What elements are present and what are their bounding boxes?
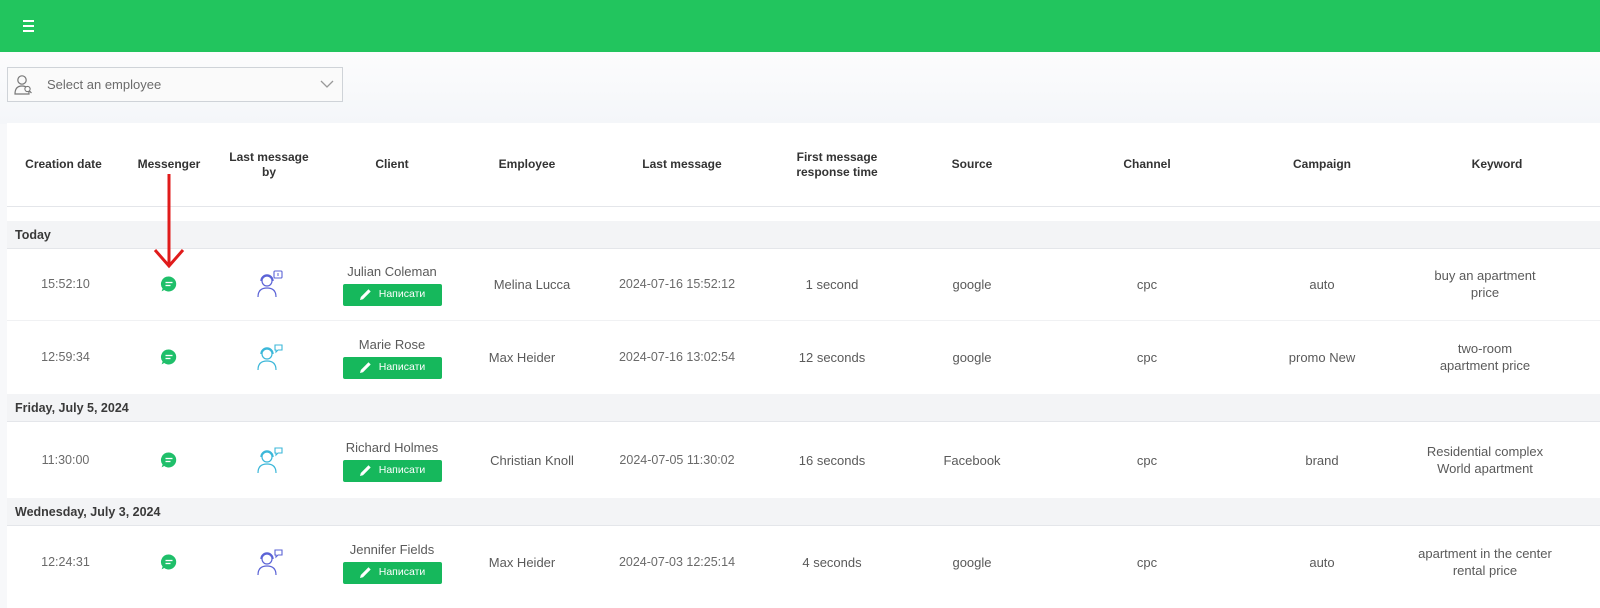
write-message-label: Написати <box>378 566 426 578</box>
last-message-by-cell <box>229 320 309 394</box>
employee-name: Christian Knoll <box>490 452 574 468</box>
last-message-by-cell <box>229 422 309 498</box>
group-label: Friday, July 5, 2024 <box>15 400 129 415</box>
client-cell: Jennifer Fields Написати <box>337 526 447 598</box>
creation-time: 12:59:34 <box>41 349 90 364</box>
employee-name: Max Heider <box>488 349 556 365</box>
pencil-icon <box>359 289 371 300</box>
group-label: Today <box>15 227 51 242</box>
group-header-today: Today <box>7 221 1600 249</box>
creation-time: 11:30:00 <box>41 452 90 467</box>
support-agent-icon <box>257 344 283 371</box>
column-header-response-time[interactable]: First message response time <box>777 123 897 206</box>
keyword: buy an apartment price <box>1434 268 1536 300</box>
campaign: brand <box>1305 452 1339 468</box>
table-row[interactable]: 15:52:10 Julian Coleman Написати Melina … <box>7 248 1600 321</box>
column-header-employee[interactable]: Employee <box>457 123 597 206</box>
client-cell: Julian Coleman Написати <box>337 248 447 320</box>
client-name: Richard Holmes <box>345 439 439 455</box>
channel: cpc <box>1136 452 1158 468</box>
campaign: promo New <box>1288 349 1356 365</box>
keyword: apartment in the center rental price <box>1418 546 1552 578</box>
campaign: auto <box>1309 554 1335 570</box>
user-search-icon <box>14 74 32 95</box>
creation-time: 12:24:31 <box>41 554 90 569</box>
response-time: 16 seconds <box>798 452 866 468</box>
column-header-campaign[interactable]: Campaign <box>1247 123 1397 206</box>
annotation-arrow-icon <box>153 174 185 269</box>
messenger-cell <box>120 320 218 394</box>
keyword: two-room apartment price <box>1439 341 1531 373</box>
write-message-label: Написати <box>378 464 426 476</box>
source: google <box>952 554 992 570</box>
group-label: Wednesday, July 3, 2024 <box>15 504 161 519</box>
column-header-creation-date[interactable]: Creation date <box>7 123 120 206</box>
conversations-table: Creation date Messenger Last message by … <box>7 123 1600 608</box>
last-message-date: 2024-07-16 13:02:54 <box>618 349 736 364</box>
messenger-cell <box>120 422 218 498</box>
hamburger-icon[interactable] <box>19 17 39 35</box>
top-bar <box>0 0 1600 52</box>
source: google <box>952 349 992 365</box>
table-row[interactable]: 12:24:31 Jennifer Fields Написати Max He… <box>7 526 1600 598</box>
spacer-row <box>7 207 1600 222</box>
write-message-button[interactable]: Написати <box>342 356 442 379</box>
column-header-client[interactable]: Client <box>337 123 447 206</box>
pencil-icon <box>359 362 371 373</box>
employee-select[interactable]: Select an employee <box>7 67 343 102</box>
source: Facebook <box>943 452 1001 468</box>
employee-select-placeholder: Select an employee <box>47 77 162 92</box>
write-message-button[interactable]: Написати <box>342 459 442 482</box>
response-time: 4 seconds <box>802 554 862 570</box>
table-row[interactable]: 11:30:00 Richard Holmes Написати Christi… <box>7 422 1600 499</box>
table-row[interactable]: 12:59:34 Marie Rose Написати Max Heider … <box>7 320 1600 394</box>
last-message-by-cell <box>229 526 309 598</box>
channel: cpc <box>1136 554 1158 570</box>
client-name: Jennifer Fields <box>349 541 435 557</box>
column-header-keyword[interactable]: Keyword <box>1397 123 1597 206</box>
last-message-date: 2024-07-16 15:52:12 <box>618 276 736 291</box>
pencil-icon <box>359 465 371 476</box>
write-message-button[interactable]: Написати <box>342 561 442 584</box>
support-agent-icon <box>257 270 283 298</box>
client-cell: Marie Rose Написати <box>337 320 447 394</box>
chevron-down-icon <box>320 80 334 88</box>
messenger-cell <box>120 526 218 598</box>
last-message-date: 2024-07-05 11:30:02 <box>619 452 735 467</box>
channel: cpc <box>1136 276 1158 292</box>
client-name: Marie Rose <box>358 336 426 352</box>
column-header-last-message-by[interactable]: Last message by <box>229 123 309 206</box>
column-header-last-message[interactable]: Last message <box>597 123 767 206</box>
write-message-label: Написати <box>378 361 426 373</box>
messenger-chat-icon[interactable] <box>160 275 178 293</box>
pencil-icon <box>359 567 371 578</box>
response-time: 12 seconds <box>798 349 866 365</box>
messenger-chat-icon[interactable] <box>160 451 178 469</box>
client-cell: Richard Holmes Написати <box>337 422 447 498</box>
column-header-channel[interactable]: Channel <box>1047 123 1247 206</box>
group-header-friday: Friday, July 5, 2024 <box>7 394 1600 422</box>
group-header-wednesday: Wednesday, July 3, 2024 <box>7 498 1600 526</box>
creation-time: 15:52:10 <box>41 276 90 291</box>
messenger-chat-icon[interactable] <box>160 553 178 571</box>
column-header-source[interactable]: Source <box>897 123 1047 206</box>
table-header: Creation date Messenger Last message by … <box>7 123 1600 207</box>
campaign: auto <box>1309 276 1335 292</box>
write-message-label: Написати <box>378 288 426 300</box>
messenger-chat-icon[interactable] <box>160 348 178 366</box>
last-message-date: 2024-07-03 12:25:14 <box>618 554 736 569</box>
keyword: Residential complex World apartment <box>1426 444 1544 476</box>
support-agent-icon <box>257 447 283 474</box>
response-time: 1 second <box>805 276 859 292</box>
support-agent-icon <box>257 549 283 576</box>
channel: cpc <box>1136 349 1158 365</box>
employee-name: Max Heider <box>488 554 556 570</box>
last-message-by-cell <box>229 248 309 320</box>
write-message-button[interactable]: Написати <box>342 283 442 306</box>
client-name: Julian Coleman <box>347 263 437 279</box>
source: google <box>952 276 992 292</box>
employee-name: Melina Lucca <box>493 276 571 292</box>
